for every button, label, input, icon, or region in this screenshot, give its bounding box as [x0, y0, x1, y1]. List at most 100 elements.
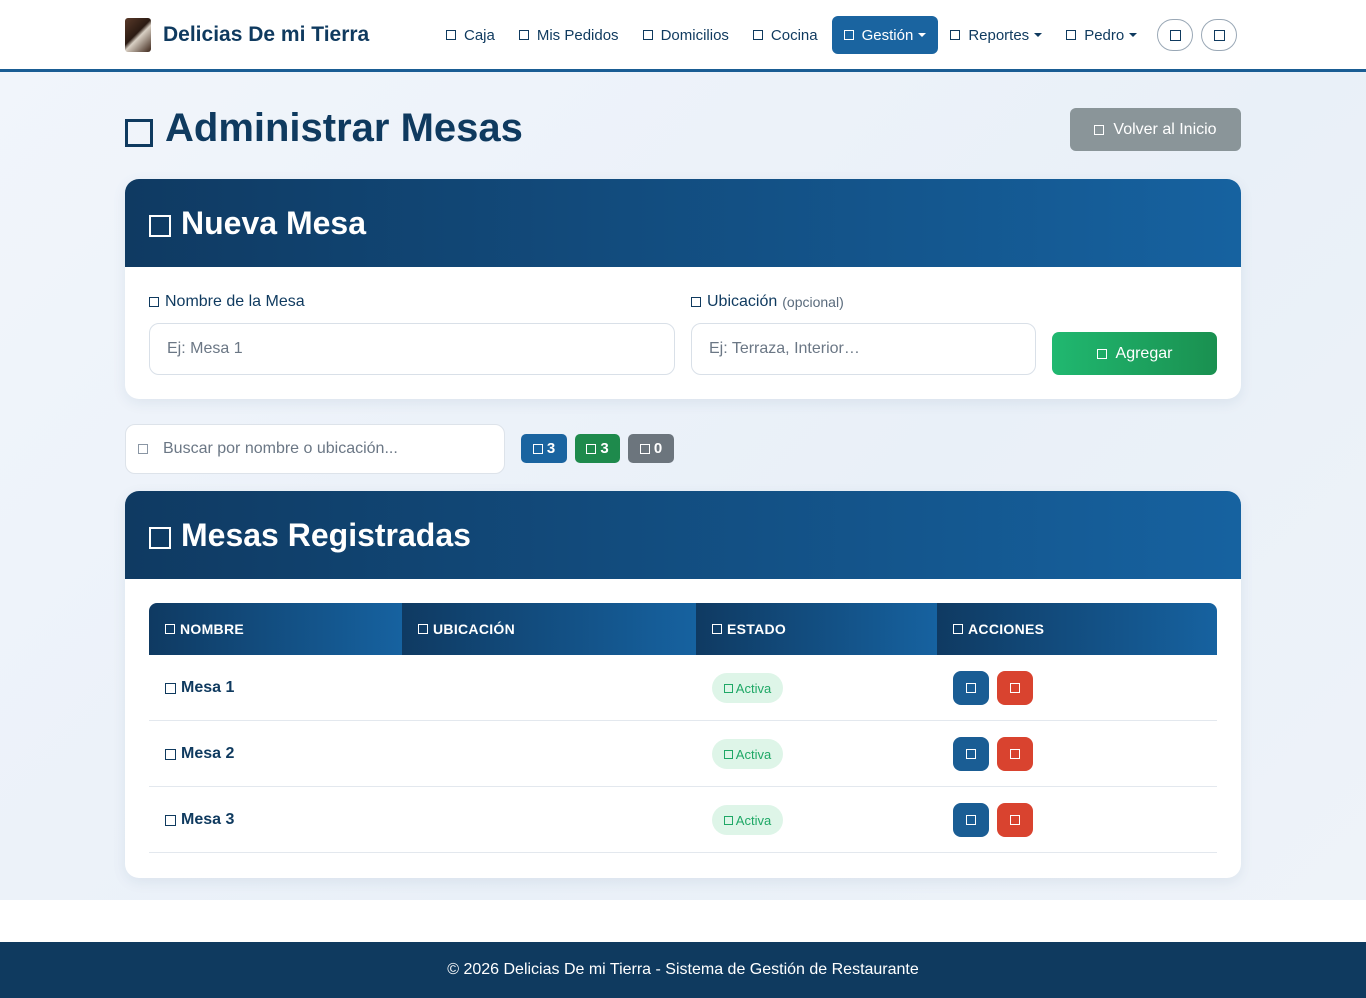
status-badge: Activa	[712, 739, 783, 769]
list-icon	[149, 527, 171, 549]
user-icon	[1066, 30, 1077, 40]
column-header-estado[interactable]: ESTADO	[696, 603, 937, 655]
nav-item-user-pedro[interactable]: Pedro	[1054, 16, 1149, 54]
column-label: ESTADO	[727, 621, 787, 637]
nav-item-label: Gestión	[861, 26, 914, 44]
tables-card-header-text: Mesas Registradas	[181, 516, 471, 553]
total-count-badge: 3	[521, 434, 567, 463]
brand-logo	[125, 18, 151, 52]
search-input[interactable]: Buscar por nombre o ubicación...	[125, 424, 505, 474]
table-row: Mesa 2 Activa	[149, 721, 1217, 787]
new-table-header: Nueva Mesa	[125, 179, 1241, 267]
caret-down-icon	[1034, 33, 1043, 37]
nav-item-label: Pedro	[1084, 26, 1125, 44]
top-navbar: Delicias De mi Tierra Caja Mis Pedidos D…	[0, 0, 1366, 72]
tag-icon	[149, 297, 159, 307]
new-table-header-text: Nueva Mesa	[181, 204, 366, 241]
edit-icon	[966, 815, 976, 825]
delete-button[interactable]	[997, 737, 1033, 771]
location-pin-icon	[691, 297, 701, 307]
table-icon	[125, 118, 153, 147]
gears-icon	[843, 30, 854, 40]
table-name-cell: Mesa 3	[165, 787, 234, 853]
edit-button[interactable]	[953, 737, 989, 771]
search-icon	[138, 444, 148, 454]
edit-icon	[966, 683, 976, 693]
trash-icon	[1010, 815, 1020, 825]
gears-icon	[953, 624, 963, 634]
table-row: Mesa 3 Activa	[149, 787, 1217, 853]
delete-button[interactable]	[997, 671, 1033, 705]
toggle-icon	[712, 624, 722, 634]
caret-down-icon	[918, 33, 927, 37]
theme-toggle-icon	[1169, 29, 1181, 41]
nav-item-domicilios[interactable]: Domicilios	[631, 16, 741, 54]
theme-toggle-button[interactable]	[1157, 19, 1194, 51]
inactive-count-badge: 0	[628, 434, 674, 463]
footer: © 2026 Delicias De mi Tierra - Sistema d…	[0, 942, 1366, 998]
cash-register-icon	[446, 30, 456, 40]
check-icon	[586, 443, 597, 454]
add-table-button[interactable]: Agregar	[1052, 332, 1217, 375]
add-table-label: Agregar	[1115, 344, 1173, 362]
column-label: UBICACIÓN	[433, 621, 516, 637]
table-name: Mesa 3	[181, 811, 235, 828]
edit-button[interactable]	[953, 803, 989, 837]
active-count-badge: 3	[575, 434, 620, 463]
fire-icon	[752, 30, 763, 40]
location-pin-icon	[418, 624, 428, 634]
back-home-button[interactable]: Volver al Inicio	[1070, 108, 1241, 151]
tables-card-header: Mesas Registradas	[125, 491, 1241, 579]
nav-item-caja[interactable]: Caja	[434, 16, 507, 54]
column-header-ubicacion[interactable]: UBICACIÓN	[402, 603, 696, 655]
logout-icon	[1213, 29, 1225, 41]
table-icon	[532, 443, 543, 454]
tables-card: Mesas Registradas NOMBRE UBICACIÓN ESTAD…	[125, 491, 1241, 878]
nav-item-label: Domicilios	[660, 26, 729, 44]
column-header-acciones: ACCIONES	[937, 603, 1217, 655]
check-circle-icon	[723, 683, 733, 693]
check-circle-icon	[723, 749, 733, 759]
arrow-left-icon	[1094, 124, 1105, 135]
table-name: Mesa 1	[181, 679, 235, 696]
nav-item-label: Mis Pedidos	[536, 26, 619, 44]
table-name-label: Nombre de la Mesa	[149, 293, 305, 311]
status-text: Activa	[735, 680, 772, 696]
check-circle-icon	[723, 815, 733, 825]
column-label: NOMBRE	[180, 621, 245, 637]
table-name-cell: Mesa 1	[165, 655, 234, 721]
delete-button[interactable]	[997, 803, 1033, 837]
footer-text: © 2026 Delicias De mi Tierra - Sistema d…	[447, 961, 919, 978]
status-badge: Activa	[712, 805, 783, 835]
total-count: 3	[546, 440, 556, 457]
column-header-nombre[interactable]: NOMBRE	[149, 603, 402, 655]
brand-name: Delicias De mi Tierra	[163, 23, 370, 46]
table-name-input[interactable]: Ej: Mesa 1	[149, 323, 675, 375]
location-input[interactable]: Ej: Terraza, Interior…	[691, 323, 1036, 375]
motorcycle-icon	[642, 30, 653, 40]
main-content: Administrar Mesas Volver al Inicio Nueva…	[0, 72, 1366, 900]
edit-icon	[966, 749, 976, 759]
status-text: Activa	[735, 746, 772, 762]
status-badge: Activa	[712, 673, 783, 703]
caret-down-icon	[1129, 33, 1138, 37]
nav-item-mis-pedidos[interactable]: Mis Pedidos	[507, 16, 631, 54]
nav-item-cocina[interactable]: Cocina	[741, 16, 830, 54]
logout-button[interactable]	[1201, 19, 1238, 51]
chair-icon	[165, 748, 176, 760]
table-name: Mesa 2	[181, 745, 235, 762]
nav-item-reportes[interactable]: Reportes	[938, 16, 1054, 54]
trash-icon	[1010, 749, 1020, 759]
back-home-label: Volver al Inicio	[1113, 120, 1217, 138]
location-label: Ubicación (opcional)	[691, 293, 844, 311]
tag-icon	[165, 624, 175, 634]
page-title-text: Administrar Mesas	[165, 106, 523, 150]
table-name-label-text: Nombre de la Mesa	[165, 293, 305, 310]
location-label-text: Ubicación	[707, 293, 778, 310]
nav-item-label: Cocina	[770, 26, 818, 44]
inactive-count: 0	[653, 440, 663, 457]
receipt-icon	[518, 30, 529, 40]
edit-button[interactable]	[953, 671, 989, 705]
brand-link[interactable]: Delicias De mi Tierra	[125, 17, 369, 53]
nav-item-gestion[interactable]: Gestión	[831, 16, 939, 54]
